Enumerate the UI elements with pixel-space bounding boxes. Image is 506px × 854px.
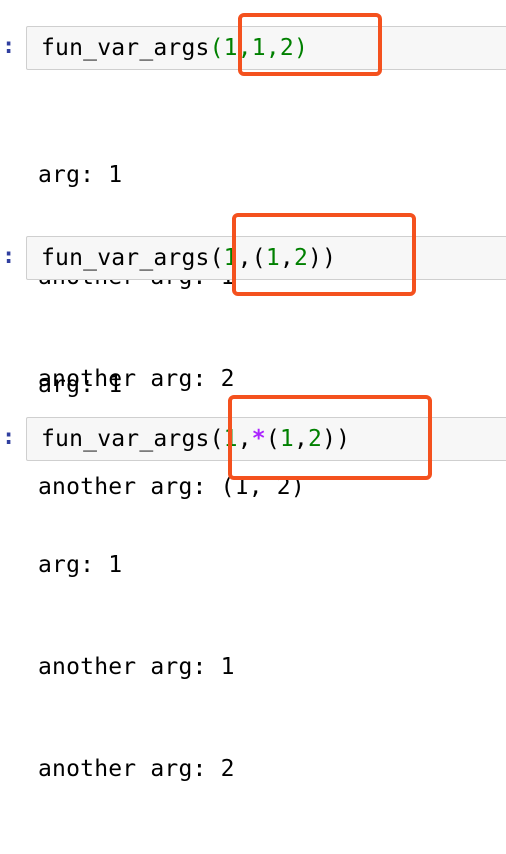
highlight-box [232, 213, 416, 296]
output-line: arg: 1 [38, 552, 123, 578]
open-paren: ( [209, 35, 224, 61]
input-prompt: : [2, 244, 16, 269]
open-paren: ( [209, 426, 224, 452]
highlight-box [238, 13, 382, 76]
function-name: fun_var_args [41, 426, 210, 452]
output-line: another arg: 2 [38, 756, 235, 782]
input-prompt: : [2, 34, 16, 59]
function-name: fun_var_args [41, 245, 210, 271]
function-name: fun_var_args [41, 35, 210, 61]
open-paren: ( [209, 245, 224, 271]
arg-number: 1 [223, 35, 238, 61]
highlight-box [228, 395, 432, 480]
output-line: arg: 1 [38, 162, 123, 188]
cell-output: arg: 1 another arg: 1 another arg: 2 [38, 480, 235, 854]
input-prompt: : [2, 425, 16, 450]
output-line: another arg: 1 [38, 654, 235, 680]
